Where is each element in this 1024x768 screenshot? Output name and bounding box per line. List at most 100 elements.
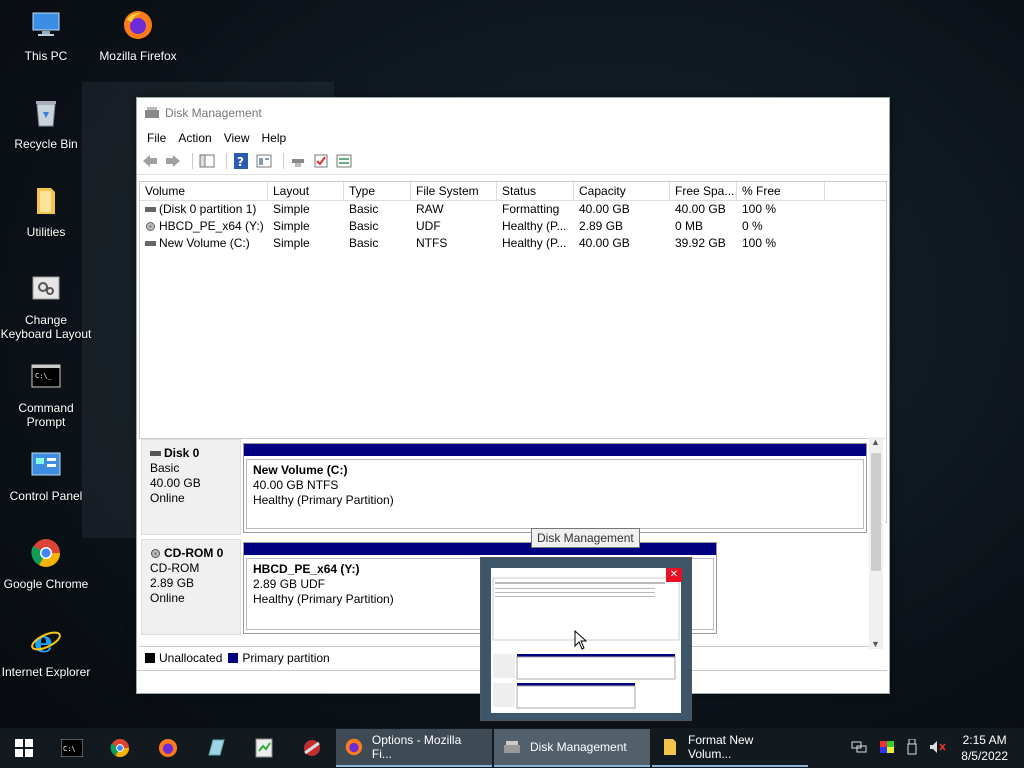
pinned-app-editor[interactable] bbox=[240, 728, 288, 768]
toolbar-separator bbox=[283, 153, 284, 169]
disk-size: 2.89 GB bbox=[150, 576, 195, 590]
col-type[interactable]: Type bbox=[344, 182, 411, 200]
cell-status: Healthy (P... bbox=[502, 219, 567, 233]
title-bar[interactable]: Disk Management bbox=[137, 98, 889, 128]
connect-button[interactable] bbox=[289, 153, 307, 169]
display-settings-icon[interactable] bbox=[879, 740, 895, 757]
network-icon[interactable] bbox=[851, 740, 867, 757]
pinned-chrome[interactable] bbox=[96, 728, 144, 768]
toolbar: ? bbox=[137, 148, 889, 175]
cell-status: Formatting bbox=[502, 202, 560, 216]
taskbar: C:\ Options - Mozilla Fi... Disk Managem… bbox=[0, 728, 1024, 768]
desktop-icon-internet-explorer[interactable]: e Internet Explorer bbox=[0, 624, 92, 679]
desktop-icon-firefox[interactable]: Mozilla Firefox bbox=[92, 8, 184, 63]
desktop-icon-label: Utilities bbox=[26, 225, 66, 239]
check-button[interactable] bbox=[312, 153, 330, 169]
svg-text:?: ? bbox=[237, 155, 244, 169]
cd-rom-icon bbox=[146, 222, 155, 232]
cell-capacity: 40.00 GB bbox=[579, 202, 630, 216]
svg-text:C:\: C:\ bbox=[63, 745, 76, 753]
window-title: Disk Management bbox=[165, 106, 262, 120]
chrome-icon bbox=[31, 539, 60, 567]
firefox-icon bbox=[345, 738, 363, 756]
help-button[interactable]: ? bbox=[232, 153, 250, 169]
menu-view[interactable]: View bbox=[218, 131, 256, 145]
menu-action[interactable]: Action bbox=[172, 131, 217, 145]
clock[interactable]: 2:15 AM 8/5/2022 bbox=[961, 732, 1008, 764]
cell-fs: UDF bbox=[416, 219, 441, 233]
mouse-cursor-icon bbox=[574, 630, 588, 650]
folder-icon bbox=[664, 739, 676, 755]
start-button[interactable] bbox=[0, 728, 48, 768]
taskbar-thumbnail-preview[interactable]: ✕ bbox=[480, 557, 692, 721]
pinned-firefox[interactable] bbox=[144, 728, 192, 768]
pinned-app-notes[interactable] bbox=[192, 728, 240, 768]
windows-logo-icon bbox=[15, 739, 33, 757]
col-free-space[interactable]: Free Spa... bbox=[670, 182, 737, 200]
thumbnail-close-button[interactable]: ✕ bbox=[666, 568, 682, 582]
scroll-down-icon[interactable]: ▼ bbox=[871, 639, 880, 649]
taskbar-task-firefox[interactable]: Options - Mozilla Fi... bbox=[336, 729, 492, 767]
keyboard-settings-icon bbox=[32, 276, 60, 300]
unallocated-swatch bbox=[145, 653, 155, 663]
col-layout[interactable]: Layout bbox=[268, 182, 344, 200]
this-pc-icon bbox=[32, 12, 60, 36]
notepad-icon bbox=[208, 739, 225, 756]
clock-date: 8/5/2022 bbox=[961, 749, 1008, 763]
col-capacity[interactable]: Capacity bbox=[574, 182, 670, 200]
volume-muted-icon[interactable] bbox=[929, 740, 947, 757]
console-tree-icon bbox=[199, 154, 215, 168]
list-view-icon bbox=[336, 154, 352, 168]
tools-icon bbox=[304, 740, 320, 756]
desktop-icon-label: Mozilla Firefox bbox=[99, 49, 177, 63]
disk-0-label[interactable]: Disk 0 Basic 40.00 GB Online bbox=[141, 439, 241, 535]
pinned-command-prompt[interactable]: C:\ bbox=[48, 728, 96, 768]
pinned-app-tools[interactable] bbox=[288, 728, 336, 768]
chrome-icon bbox=[110, 738, 130, 758]
arrow-right-icon bbox=[166, 155, 180, 167]
disk-icon bbox=[150, 451, 161, 457]
desktop-icon-change-keyboard-layout[interactable]: Change Keyboard Layout bbox=[0, 272, 92, 341]
cell-layout: Simple bbox=[273, 219, 310, 233]
table-row[interactable]: New Volume (C:) Simple Basic NTFS Health… bbox=[140, 235, 886, 252]
cell-fs: RAW bbox=[416, 202, 444, 216]
col-percent-free[interactable]: % Free bbox=[737, 182, 825, 200]
menu-file[interactable]: File bbox=[141, 131, 172, 145]
desktop-icon-control-panel[interactable]: Control Panel bbox=[0, 448, 92, 503]
taskbar-task-disk-management[interactable]: Disk Management bbox=[494, 729, 650, 767]
desktop-icon-label: Command Prompt bbox=[18, 401, 74, 429]
table-row[interactable]: (Disk 0 partition 1) Simple Basic RAW Fo… bbox=[140, 201, 886, 218]
desktop-icon-google-chrome[interactable]: Google Chrome bbox=[0, 536, 92, 591]
scroll-up-icon[interactable]: ▲ bbox=[871, 437, 880, 447]
clock-time: 2:15 AM bbox=[962, 733, 1007, 747]
desktop-icon-command-prompt[interactable]: C:\_ Command Prompt bbox=[0, 360, 92, 429]
back-button[interactable] bbox=[141, 153, 159, 169]
connect-icon bbox=[292, 159, 304, 167]
col-volume[interactable]: Volume bbox=[140, 182, 268, 200]
cd-rom-0-label[interactable]: CD-ROM 0 CD-ROM 2.89 GB Online bbox=[141, 539, 241, 635]
desktop-icon-recycle-bin[interactable]: Recycle Bin bbox=[0, 96, 92, 151]
col-file-system[interactable]: File System bbox=[411, 182, 497, 200]
folder-icon bbox=[37, 188, 55, 214]
show-hide-console-tree-button[interactable] bbox=[198, 153, 216, 169]
scrollbar-thumb[interactable] bbox=[871, 453, 881, 571]
disk-view-scrollbar[interactable]: ▲ ▼ bbox=[869, 437, 883, 649]
taskbar-task-format[interactable]: Format New Volum... bbox=[652, 729, 808, 767]
menu-help[interactable]: Help bbox=[256, 131, 293, 145]
properties-button[interactable] bbox=[255, 153, 273, 169]
cd-rom-icon bbox=[151, 549, 160, 559]
forward-button[interactable] bbox=[164, 153, 182, 169]
col-status[interactable]: Status bbox=[497, 182, 574, 200]
partition-bar bbox=[244, 444, 866, 456]
disk-management-icon bbox=[145, 107, 159, 118]
desktop-icon-utilities[interactable]: Utilities bbox=[0, 184, 92, 239]
desktop-icon-this-pc[interactable]: This PC bbox=[0, 8, 92, 63]
properties-icon bbox=[256, 154, 272, 168]
cell-volume: HBCD_PE_x64 (Y:) bbox=[159, 219, 264, 233]
partition-c[interactable]: New Volume (C:) 40.00 GB NTFS Healthy (P… bbox=[243, 443, 867, 533]
table-row[interactable]: HBCD_PE_x64 (Y:) Simple Basic UDF Health… bbox=[140, 218, 886, 235]
settings-button[interactable] bbox=[335, 153, 353, 169]
legend-unallocated: Unallocated bbox=[159, 651, 223, 665]
task-label: Format New Volum... bbox=[688, 733, 754, 761]
usb-device-icon[interactable] bbox=[907, 738, 917, 758]
